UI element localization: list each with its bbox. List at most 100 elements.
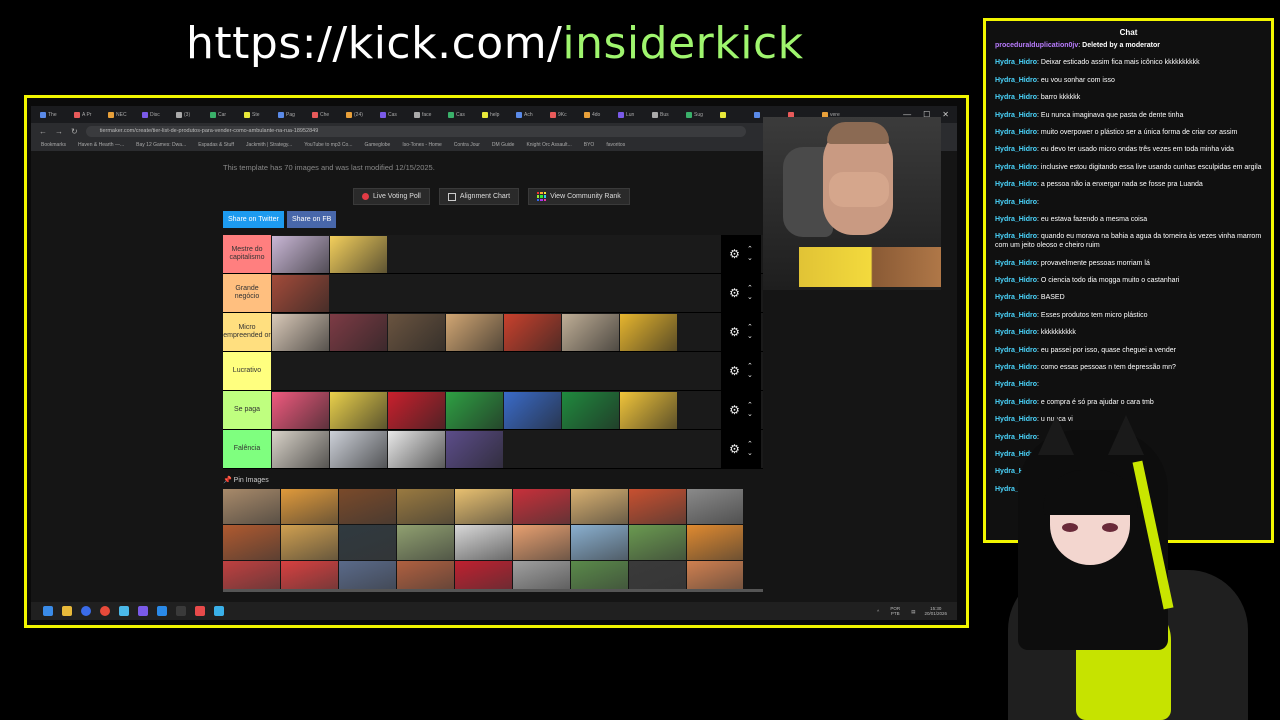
chevron-down-icon[interactable]: ⌄: [747, 293, 753, 302]
browser-tab[interactable]: Cas: [445, 108, 477, 121]
bookmark-item[interactable]: Contra Jour: [454, 142, 480, 148]
browser-tab[interactable]: Pag: [275, 108, 307, 121]
chat-username[interactable]: Hydra_Hidro: [995, 233, 1037, 240]
reload-icon[interactable]: ↻: [71, 127, 78, 136]
pool-image[interactable]: [687, 525, 743, 560]
share-fb-button[interactable]: Share on FB: [287, 211, 337, 228]
chevron-up-icon[interactable]: ⌃: [747, 362, 753, 371]
chat-username[interactable]: Hydra_Hidro: [995, 199, 1037, 206]
pool-image[interactable]: [629, 561, 686, 589]
tier-item-image[interactable]: [446, 392, 503, 429]
browser-tab[interactable]: Ach: [513, 108, 545, 121]
tier-item-image[interactable]: [272, 431, 329, 468]
chevron-up-icon[interactable]: ⌃: [747, 245, 753, 254]
chevron-up-icon[interactable]: ⌃: [747, 401, 753, 410]
obs-icon[interactable]: [176, 606, 186, 616]
chat-username[interactable]: Hydra_Hidro: [995, 294, 1037, 301]
tier-item-image[interactable]: [388, 392, 445, 429]
chrome-icon[interactable]: [100, 606, 110, 616]
community-rank-button[interactable]: View Community Rank: [528, 188, 630, 205]
notepad-icon[interactable]: [119, 606, 129, 616]
chat-username[interactable]: Hydra_Hidro: [995, 347, 1037, 354]
pool-image[interactable]: [223, 561, 280, 589]
horizontal-scrollbar[interactable]: [223, 589, 763, 592]
chat-username[interactable]: Hydra_Hidro: [995, 216, 1037, 223]
chevron-down-icon[interactable]: ⌄: [747, 449, 753, 458]
tier-item-image[interactable]: [562, 314, 619, 351]
tier-item-image[interactable]: [272, 236, 329, 273]
chat-username[interactable]: Hydra_Hidro: [995, 59, 1037, 66]
pool-image[interactable]: [281, 561, 338, 589]
pool-image[interactable]: [223, 489, 280, 524]
tier-label[interactable]: Micro empreended or: [223, 313, 271, 351]
pool-image[interactable]: [687, 561, 743, 589]
browser-tab[interactable]: [717, 108, 749, 121]
chat-username[interactable]: Hydra_Hidro: [995, 364, 1037, 371]
tier-item-image[interactable]: [330, 392, 387, 429]
pool-image[interactable]: [339, 489, 396, 524]
gear-icon[interactable]: ⚙: [729, 364, 740, 378]
tier-item-image[interactable]: [504, 314, 561, 351]
file-explorer-icon[interactable]: [62, 606, 72, 616]
browser-tab[interactable]: Cas: [377, 108, 409, 121]
language-indicator[interactable]: POR PTB: [888, 606, 902, 616]
discord-icon[interactable]: [138, 606, 148, 616]
app-icon[interactable]: [195, 606, 205, 616]
tier-item-image[interactable]: [388, 314, 445, 351]
chat-username[interactable]: Hydra_Hidro: [995, 146, 1037, 153]
browser-tab[interactable]: Ste: [241, 108, 273, 121]
pool-image[interactable]: [397, 525, 454, 560]
pool-image[interactable]: [455, 525, 512, 560]
tier-item-image[interactable]: [272, 314, 329, 351]
browser-tab[interactable]: NEC: [105, 108, 137, 121]
chat-username[interactable]: Hydra_Hidro: [995, 129, 1037, 136]
pool-image[interactable]: [513, 489, 570, 524]
gear-icon[interactable]: ⚙: [729, 286, 740, 300]
chevron-down-icon[interactable]: ⌄: [747, 332, 753, 341]
pool-image[interactable]: [571, 489, 628, 524]
chat-username[interactable]: Hydra_Hidro: [995, 112, 1037, 119]
pool-image[interactable]: [223, 525, 280, 560]
browser-tab[interactable]: 4do: [581, 108, 613, 121]
address-bar[interactable]: tiermaker.com/create/tier-list-de-produt…: [85, 125, 746, 137]
edge-icon[interactable]: [81, 606, 91, 616]
chat-username[interactable]: Hydra_Hidro: [995, 181, 1037, 188]
pool-image[interactable]: [513, 561, 570, 589]
bookmark-item[interactable]: Knight Orc Assault...: [526, 142, 571, 148]
bookmark-item[interactable]: Jackmith | Strategy...: [246, 142, 292, 148]
browser-tab[interactable]: Lun: [615, 108, 647, 121]
bookmark-item[interactable]: favoritos: [606, 142, 625, 148]
chevron-down-icon[interactable]: ⌄: [747, 254, 753, 263]
gear-icon[interactable]: ⚙: [729, 325, 740, 339]
forward-icon[interactable]: →: [55, 127, 63, 136]
tier-item-image[interactable]: [388, 431, 445, 468]
chat-username[interactable]: Hydra_Hidro: [995, 329, 1037, 336]
chat-username[interactable]: Hydra_Hidro: [995, 94, 1037, 101]
browser-tab[interactable]: Disc: [139, 108, 171, 121]
browser-tab[interactable]: Car: [207, 108, 239, 121]
chevron-up-icon[interactable]: ⌃: [747, 284, 753, 293]
photos-icon[interactable]: [214, 606, 224, 616]
browser-tab[interactable]: Che: [309, 108, 341, 121]
browser-tab[interactable]: Sug: [683, 108, 715, 121]
tier-label[interactable]: Falência: [223, 430, 271, 468]
bookmark-item[interactable]: YouTube to mp3 Co...: [304, 142, 352, 148]
bookmark-item[interactable]: Bookmarks: [41, 142, 66, 148]
browser-tab[interactable]: help: [479, 108, 511, 121]
browser-tab[interactable]: face: [411, 108, 443, 121]
tier-item-image[interactable]: [562, 392, 619, 429]
pool-image[interactable]: [455, 489, 512, 524]
tier-item-image[interactable]: [620, 392, 677, 429]
tier-label[interactable]: Grande negócio: [223, 274, 271, 312]
tier-item-image[interactable]: [330, 314, 387, 351]
bookmark-item[interactable]: Gameglobe: [364, 142, 390, 148]
alignment-chart-button[interactable]: Alignment Chart: [438, 188, 520, 205]
tier-item-image[interactable]: [446, 314, 503, 351]
chat-username[interactable]: Hydra_Hidro: [995, 164, 1037, 171]
pool-image[interactable]: [281, 525, 338, 560]
wifi-icon[interactable]: ▤: [911, 609, 915, 614]
share-twitter-button[interactable]: Share on Twitter: [223, 211, 284, 228]
chevron-down-icon[interactable]: ⌄: [747, 371, 753, 380]
close-icon[interactable]: ✕: [942, 110, 949, 119]
chat-username[interactable]: proceduralduplication0jv: [995, 42, 1078, 49]
